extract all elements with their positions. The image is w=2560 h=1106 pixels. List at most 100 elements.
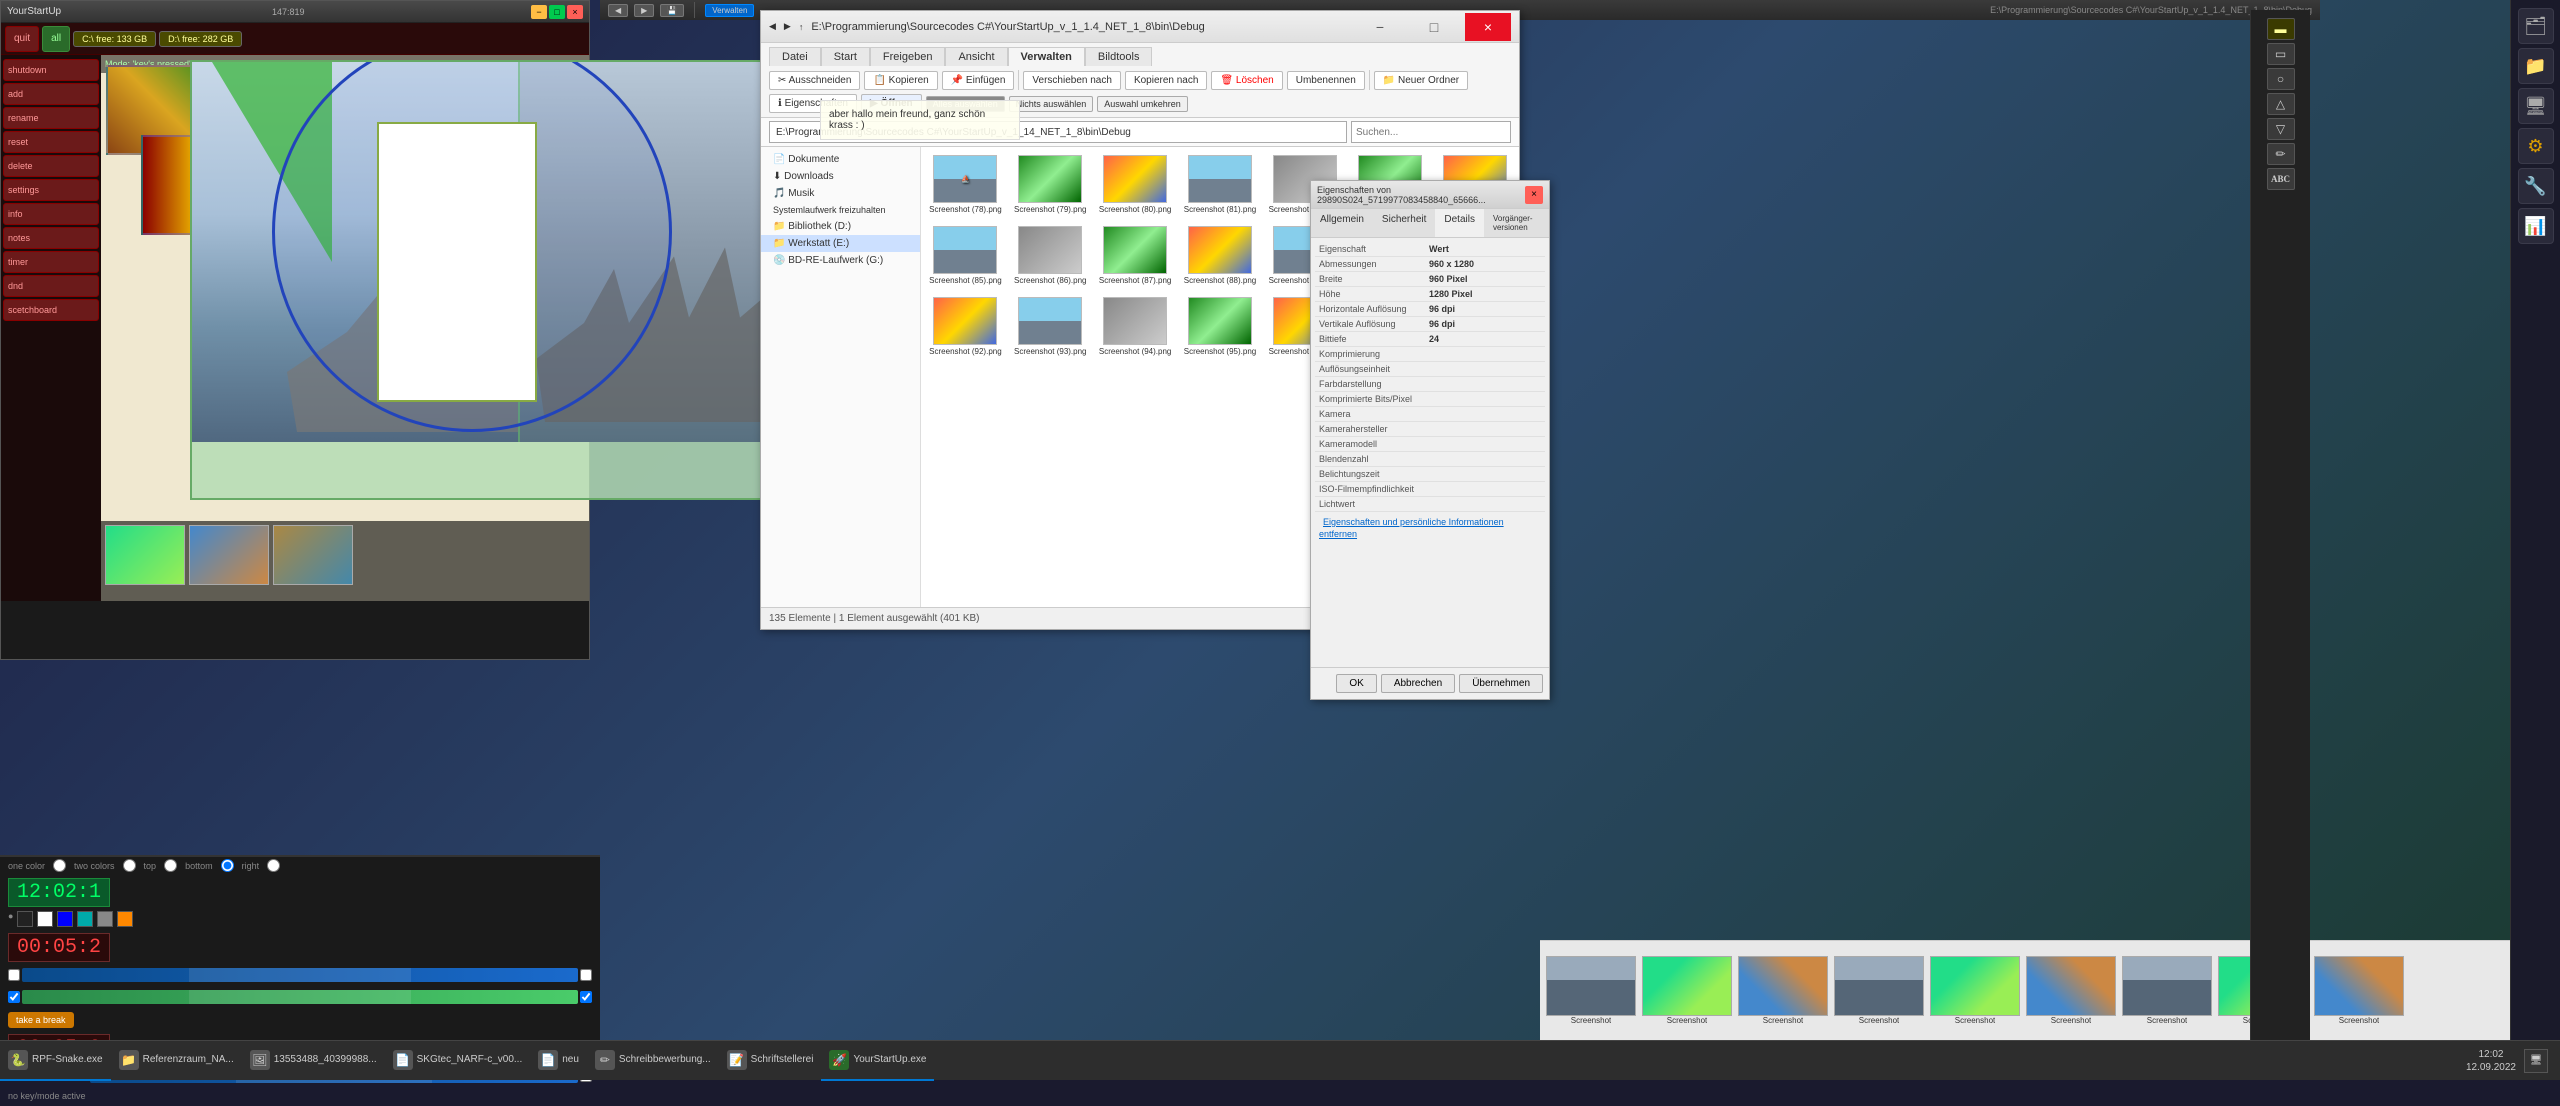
dock-icon-5[interactable]: 🔧 [2518, 168, 2554, 204]
fe-sidebar-musik[interactable]: 🎵 Musik [761, 185, 920, 202]
fe-sidebar-bibliothek[interactable]: 📁 Bibliothek (D:) [761, 218, 920, 235]
color-swatch-blue[interactable] [57, 911, 73, 927]
fe-sidebar-system[interactable]: Systemlaufwerk freizuhalten [761, 202, 920, 218]
file-item-95[interactable]: Screenshot (95).png [1180, 293, 1261, 360]
show-desktop-btn[interactable]: 🖥 [2524, 1049, 2548, 1073]
file-item-87[interactable]: Screenshot (87).png [1095, 222, 1176, 289]
radio-two-colors[interactable] [123, 859, 136, 872]
ss-item-3[interactable]: Screenshot [1736, 954, 1830, 1027]
reset-btn[interactable]: reset [3, 131, 99, 153]
taskbar-item-neu[interactable]: 📄 neu [530, 1041, 587, 1081]
file-item-80[interactable]: Screenshot (80).png [1095, 151, 1176, 218]
file-item-81[interactable]: Screenshot (81).png [1180, 151, 1261, 218]
fe-tab-start[interactable]: Start [821, 47, 870, 66]
fe-nav-forward[interactable]: ▶ [784, 21, 791, 32]
fe-sidebar-bd[interactable]: 💿 BD-RE-Laufwerk (G:) [761, 252, 920, 269]
top-tool-btn-verwalt[interactable]: Verwalten [705, 4, 754, 17]
file-item-79[interactable]: Screenshot (79).png [1010, 151, 1091, 218]
ss-item-1[interactable]: Screenshot [1544, 954, 1638, 1027]
fe-maximize[interactable]: □ [1411, 13, 1457, 41]
settings-btn[interactable]: settings [3, 179, 99, 201]
props-remove-info-link[interactable]: Eigenschaften und persönliche Informatio… [1319, 515, 1504, 541]
dock-icon-1[interactable]: 🗂 [2518, 8, 2554, 44]
color-swatch-orange[interactable] [117, 911, 133, 927]
dock-icon-4[interactable]: ⚙ [2518, 128, 2554, 164]
minimize-button[interactable]: − [531, 5, 547, 19]
add-btn[interactable]: add [3, 83, 99, 105]
ss-item-2[interactable]: Screenshot [1640, 954, 1734, 1027]
timer-btn[interactable]: timer [3, 251, 99, 273]
dock-icon-2[interactable]: 📁 [2518, 48, 2554, 84]
radio-bottom[interactable] [221, 859, 234, 872]
props-close-btn[interactable]: × [1525, 186, 1543, 204]
fe-btn-loeschen[interactable]: 🗑 Löschen [1211, 71, 1282, 90]
file-item-78[interactable]: ⛵ Screenshot (78).png [925, 151, 1006, 218]
props-cancel-btn[interactable]: Abbrechen [1381, 674, 1455, 693]
break-button[interactable]: take a break [8, 1012, 74, 1028]
fe-tab-verwalten[interactable]: Verwalten [1008, 47, 1085, 66]
close-button[interactable]: × [567, 5, 583, 19]
track-check-1[interactable] [8, 969, 20, 981]
track-check-2b[interactable] [580, 991, 592, 1003]
ss-item-7[interactable]: Screenshot [2120, 954, 2214, 1027]
all-button[interactable]: all [42, 26, 70, 52]
fe-btn-umbenennen[interactable]: Umbenennen [1287, 71, 1365, 90]
rp-tool-7[interactable]: ABC [2267, 168, 2295, 190]
color-swatch-gray[interactable] [97, 911, 113, 927]
fe-sidebar-dokumente[interactable]: 📄 Dokumente [761, 151, 920, 168]
fe-btn-auswahl-umkehren[interactable]: Auswahl umkehren [1097, 96, 1188, 112]
rp-tool-5[interactable]: ▽ [2267, 118, 2295, 140]
rp-tool-1[interactable]: ▬ [2267, 18, 2295, 40]
fe-sidebar-werkstatt[interactable]: 📁 Werkstatt (E:) [761, 235, 920, 252]
rp-tool-3[interactable]: ○ [2267, 68, 2295, 90]
track-check-2[interactable] [8, 991, 20, 1003]
ss-item-5[interactable]: Screenshot [1928, 954, 2022, 1027]
top-tool-btn-2[interactable]: ▶ [634, 4, 654, 17]
quit-button[interactable]: quit [5, 26, 39, 52]
notes-btn[interactable]: notes [3, 227, 99, 249]
fe-close[interactable]: × [1465, 13, 1511, 41]
props-tab-allgemein[interactable]: Allgemein [1311, 209, 1373, 237]
radio-one-color[interactable] [53, 859, 66, 872]
taskbar-item-snake[interactable]: 🐍 RPF-Snake.exe [0, 1041, 111, 1081]
dock-icon-3[interactable]: 🖥 [2518, 88, 2554, 124]
fe-btn-kopieren2[interactable]: Kopieren nach [1125, 71, 1208, 90]
color-swatch-black[interactable] [17, 911, 33, 927]
top-tool-btn-save[interactable]: 💾 [660, 4, 684, 17]
fe-minimize[interactable]: − [1357, 13, 1403, 41]
fe-tab-ansicht[interactable]: Ansicht [945, 47, 1007, 66]
shutdown-btn[interactable]: shutdown [3, 59, 99, 81]
file-item-86[interactable]: Screenshot (86).png [1010, 222, 1091, 289]
fe-sidebar-downloads[interactable]: ⬇ Downloads [761, 168, 920, 185]
fe-nav-up[interactable]: ↑ [799, 22, 804, 32]
top-tool-btn-1[interactable]: ◀ [608, 4, 628, 17]
fe-search-input[interactable] [1351, 121, 1511, 143]
fe-btn-kopieren[interactable]: 📋 Kopieren [864, 71, 937, 90]
fe-btn-neuer-ordner[interactable]: 📁 Neuer Ordner [1374, 71, 1468, 90]
rp-tool-6[interactable]: ✏ [2267, 143, 2295, 165]
props-tab-vorgaenger[interactable]: Vorgänger-versionen [1484, 209, 1549, 237]
file-item-92[interactable]: Screenshot (92).png [925, 293, 1006, 360]
scetchboard-btn[interactable]: scetchboard [3, 299, 99, 321]
taskbar-item-sk[interactable]: 📄 SKGtec_NARF-c_v00... [385, 1041, 531, 1081]
taskbar-item-yourstartup[interactable]: 🚀 YourStartUp.exe [821, 1041, 934, 1081]
fe-btn-nichts-auswaehlen[interactable]: Nichts auswählen [1009, 96, 1094, 112]
taskbar-item-schreibbewerbung[interactable]: ✏ Schreibbewerbung... [587, 1041, 719, 1081]
rp-tool-4[interactable]: △ [2267, 93, 2295, 115]
rp-tool-2[interactable]: ▭ [2267, 43, 2295, 65]
fe-btn-ausschneiden[interactable]: ✂ Ausschneiden [769, 71, 860, 90]
taskbar-item-ref[interactable]: 📁 Referenzraum_NA... [111, 1041, 242, 1081]
dnd-btn[interactable]: dnd [3, 275, 99, 297]
color-swatch-white[interactable] [37, 911, 53, 927]
fe-tab-bildtools[interactable]: Bildtools [1085, 47, 1153, 66]
fe-tab-freigeben[interactable]: Freigeben [870, 47, 946, 66]
radio-top[interactable] [164, 859, 177, 872]
ss-item-9[interactable]: Screenshot [2312, 954, 2406, 1027]
fe-nav-back[interactable]: ◀ [769, 21, 776, 32]
fe-btn-einfuegen[interactable]: 📌 Einfügen [942, 71, 1015, 90]
props-ok-btn[interactable]: OK [1336, 674, 1376, 693]
ss-item-4[interactable]: Screenshot [1832, 954, 1926, 1027]
info-btn[interactable]: info [3, 203, 99, 225]
taskbar-item-schriftstell[interactable]: 📝 Schriftstellerei [719, 1041, 822, 1081]
color-swatch-teal[interactable] [77, 911, 93, 927]
